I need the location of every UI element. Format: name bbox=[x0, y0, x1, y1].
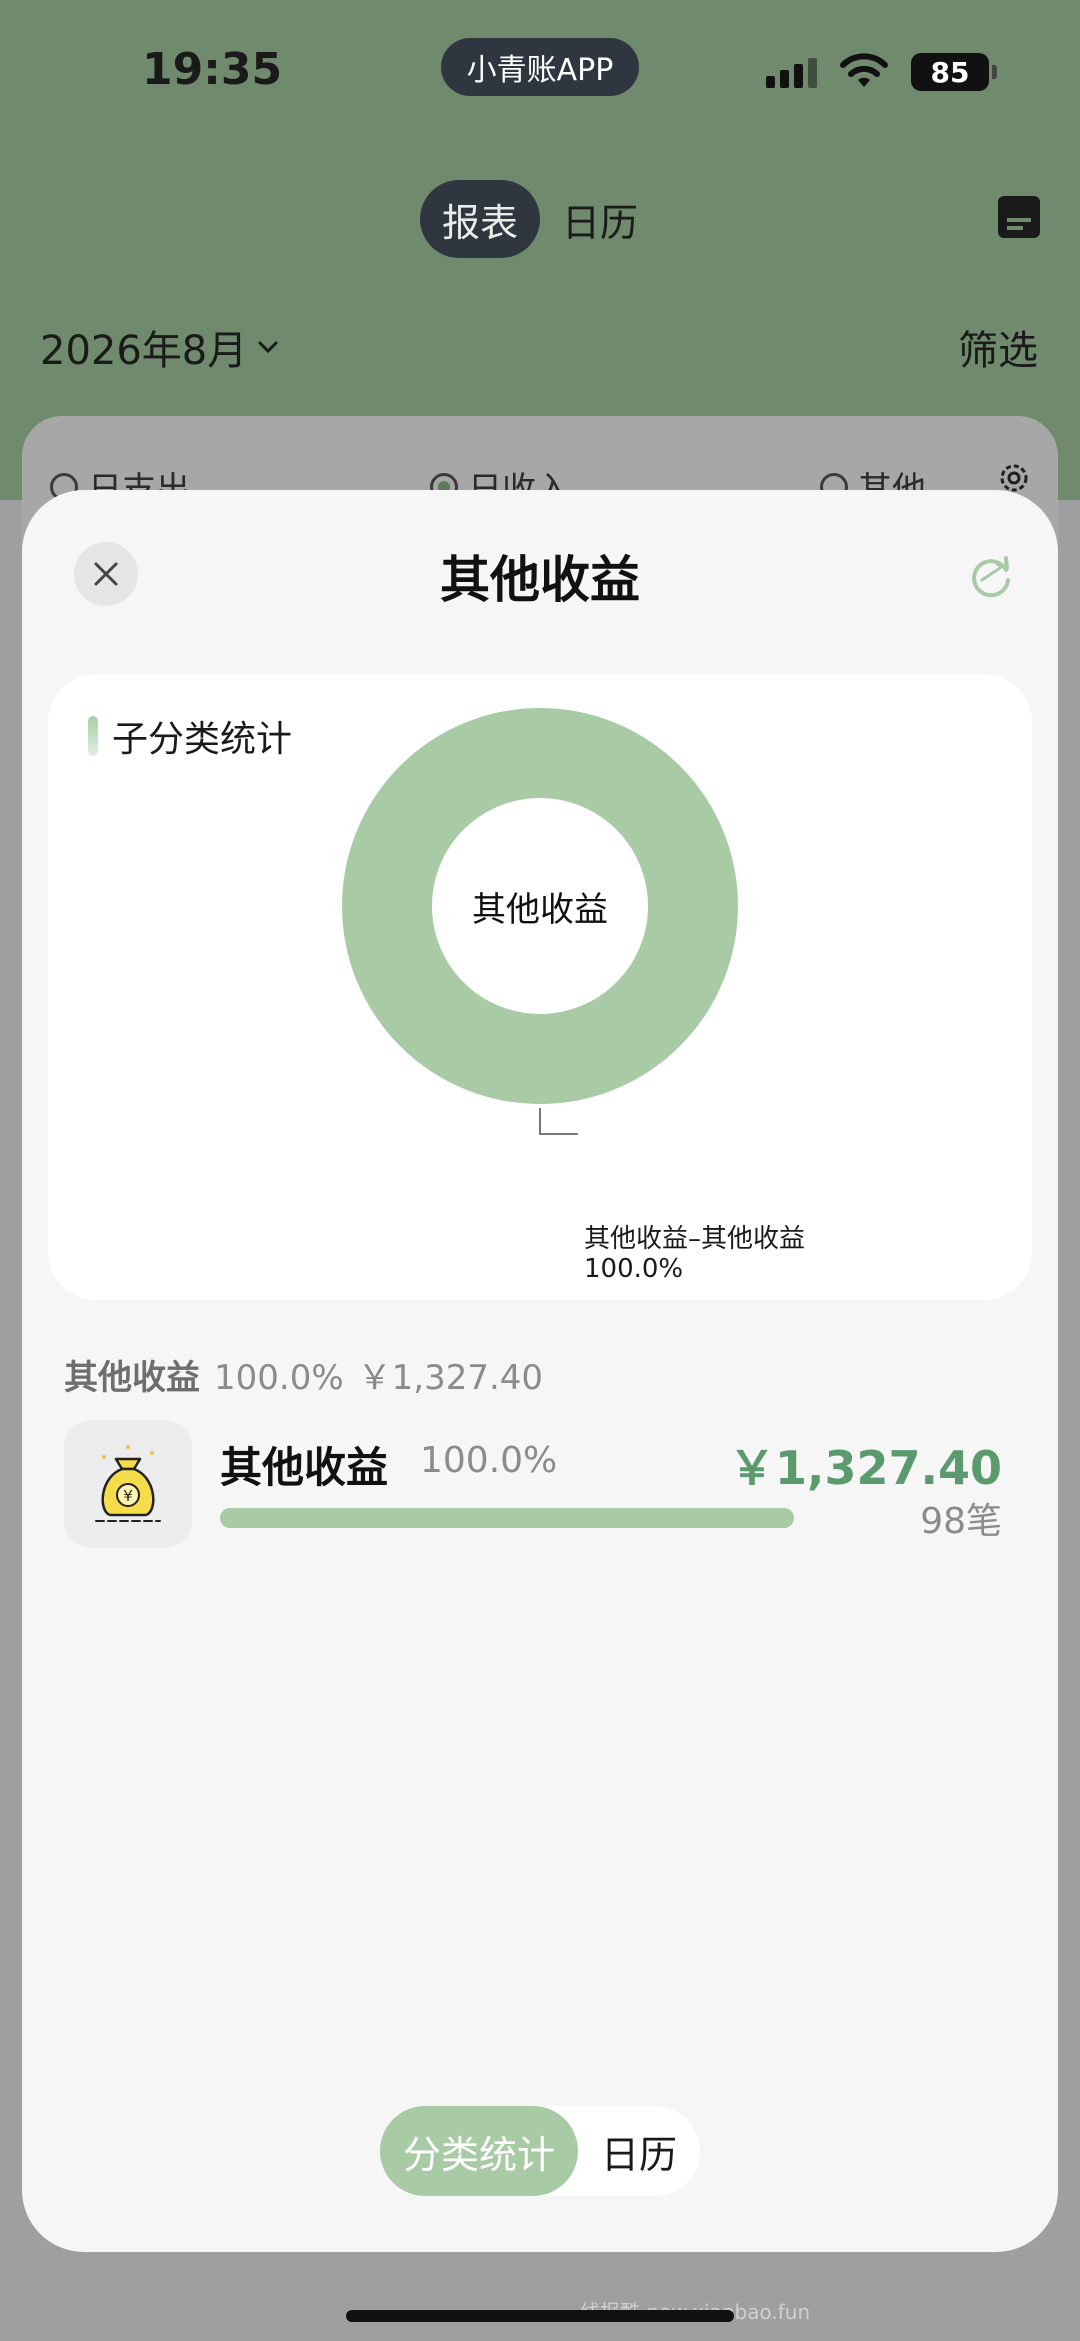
tab-report[interactable]: 报表 bbox=[420, 180, 540, 258]
summary-percent: 100.0% bbox=[214, 1358, 344, 1398]
status-time: 19:35 bbox=[142, 44, 283, 95]
svg-text:¥: ¥ bbox=[123, 1487, 133, 1505]
category-percent: 100.0% bbox=[420, 1440, 558, 1481]
filter-button[interactable]: 筛选 bbox=[958, 318, 1038, 376]
donut-chart bbox=[342, 708, 738, 1135]
category-name: 其他收益 bbox=[220, 1443, 389, 1492]
category-progress-bar bbox=[220, 1508, 794, 1528]
sheet-title: 其他收益 bbox=[440, 551, 640, 609]
month-label: 2026年8月 bbox=[40, 328, 248, 374]
app-name-pill: 小青账APP bbox=[441, 38, 639, 96]
chevron-down-icon bbox=[258, 341, 278, 354]
tab-calendar-view[interactable]: 日历 bbox=[578, 2106, 700, 2196]
money-bag-icon: ¥ bbox=[95, 1445, 161, 1522]
category-amount: ￥1,327.40 bbox=[729, 1441, 1002, 1495]
wifi-icon bbox=[840, 53, 888, 87]
progress-fill bbox=[220, 1508, 794, 1528]
summary-amount: ￥1,327.40 bbox=[357, 1358, 544, 1398]
donut-center-label: 其他收益 bbox=[472, 890, 608, 930]
category-row[interactable]: ¥ 其他收益 100.0% ￥1,327.40 98笔 bbox=[64, 1420, 1044, 1560]
status-icons: 85 bbox=[766, 50, 997, 94]
bottom-view-toggle: 分类统计 日历 bbox=[380, 2106, 700, 2196]
slice-percent: 100.0% bbox=[584, 1254, 684, 1284]
refresh-icon[interactable] bbox=[966, 550, 1016, 600]
subcategory-stats-card: 子分类统计 其他收益 bbox=[48, 674, 1032, 1300]
slice-label: 其他收益–其他收益 bbox=[584, 1224, 806, 1254]
tab-calendar[interactable]: 日历 bbox=[540, 180, 660, 258]
category-detail-sheet: 其他收益 子分类统计 其他收益 其他收益–其他收益 100.0% 其他收益 10… bbox=[22, 490, 1058, 2252]
battery-icon: 85 bbox=[911, 53, 997, 91]
home-indicator bbox=[346, 2310, 734, 2322]
month-selector[interactable]: 2026年8月 bbox=[40, 318, 281, 376]
top-segmented-tabs: 报表 日历 bbox=[420, 180, 660, 258]
slice-leader-line bbox=[539, 1108, 578, 1135]
summary-name: 其他收益 bbox=[64, 1358, 200, 1398]
report-icon[interactable] bbox=[998, 196, 1040, 238]
category-count: 98笔 bbox=[920, 1501, 1002, 1542]
category-summary: 其他收益 100.0% ￥1,327.40 bbox=[64, 1350, 543, 1399]
tab-category-stats[interactable]: 分类统计 bbox=[380, 2106, 578, 2196]
category-icon-box: ¥ bbox=[64, 1420, 192, 1548]
signal-icon bbox=[766, 56, 817, 88]
